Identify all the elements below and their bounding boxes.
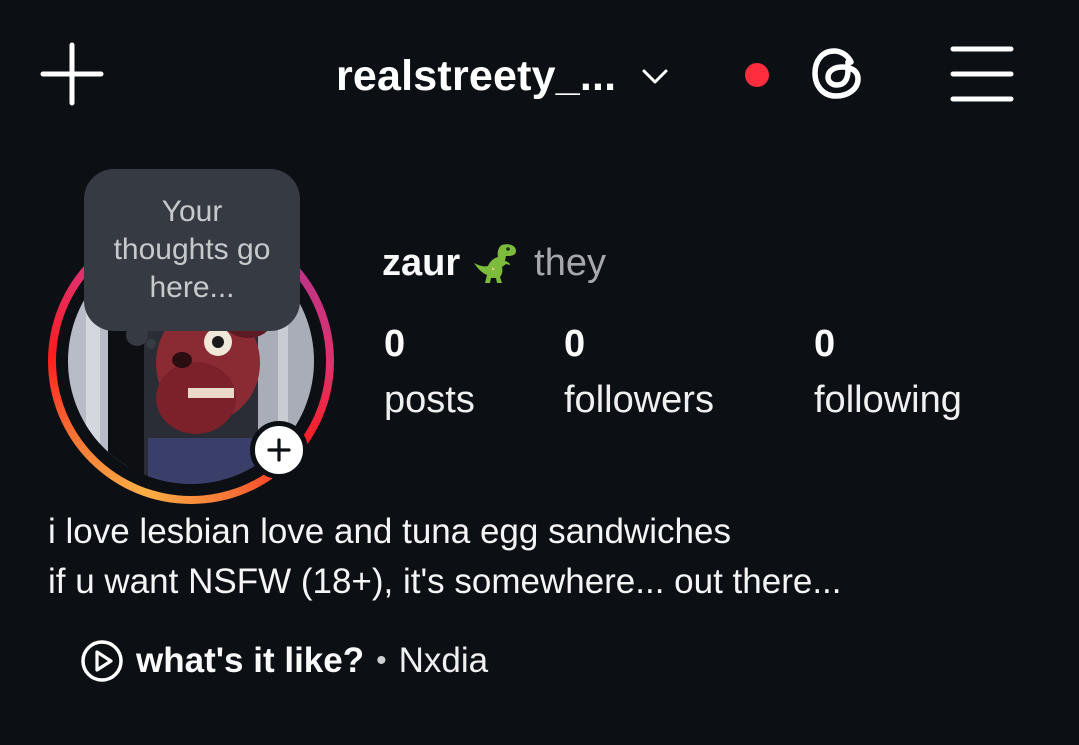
song-title: what's it like? — [136, 641, 365, 680]
followers-label: followers — [564, 379, 714, 421]
account-switcher[interactable]: realstreety_... — [336, 48, 670, 104]
chevron-down-icon — [642, 69, 668, 84]
create-button[interactable] — [40, 42, 104, 106]
note-placeholder: Your thoughts go here... — [113, 195, 271, 304]
following-stat[interactable]: 0 following — [814, 322, 962, 422]
note-bubble[interactable]: Your thoughts go here... — [84, 169, 300, 331]
bio-line-1: i love lesbian love and tuna egg sandwic… — [48, 512, 731, 551]
followers-stat[interactable]: 0 followers — [564, 322, 714, 422]
plus-icon — [40, 42, 104, 106]
profile-music[interactable]: what's it like? • Nxdia — [80, 638, 488, 684]
add-story-button[interactable] — [250, 421, 308, 479]
note-bubble-tail — [126, 324, 148, 346]
artist-name: Nxdia — [398, 641, 489, 680]
bio-line-2: if u want NSFW (18+), it's somewhere... … — [48, 562, 842, 601]
display-name: zaur — [382, 241, 461, 284]
posts-stat[interactable]: 0 posts — [384, 322, 475, 422]
t-rex-emoji-icon — [474, 244, 517, 283]
note-bubble-tail-small — [146, 339, 156, 349]
followers-count: 0 — [564, 323, 586, 365]
posts-label: posts — [384, 379, 475, 421]
separator: • — [376, 644, 387, 677]
username: realstreety_... — [336, 51, 617, 100]
bio: i love lesbian love and tuna egg sandwic… — [48, 507, 842, 607]
threads-icon — [812, 48, 861, 99]
name-row: zaur they — [382, 238, 606, 288]
plus-icon — [267, 438, 291, 462]
hamburger-menu-icon — [950, 46, 1014, 102]
following-label: following — [814, 379, 962, 421]
play-circle-icon — [81, 640, 123, 682]
menu-button[interactable] — [950, 44, 1014, 104]
posts-count: 0 — [384, 323, 406, 365]
following-count: 0 — [814, 323, 836, 365]
threads-button[interactable] — [806, 40, 872, 106]
pronouns: they — [534, 241, 606, 284]
notification-dot — [745, 63, 769, 87]
